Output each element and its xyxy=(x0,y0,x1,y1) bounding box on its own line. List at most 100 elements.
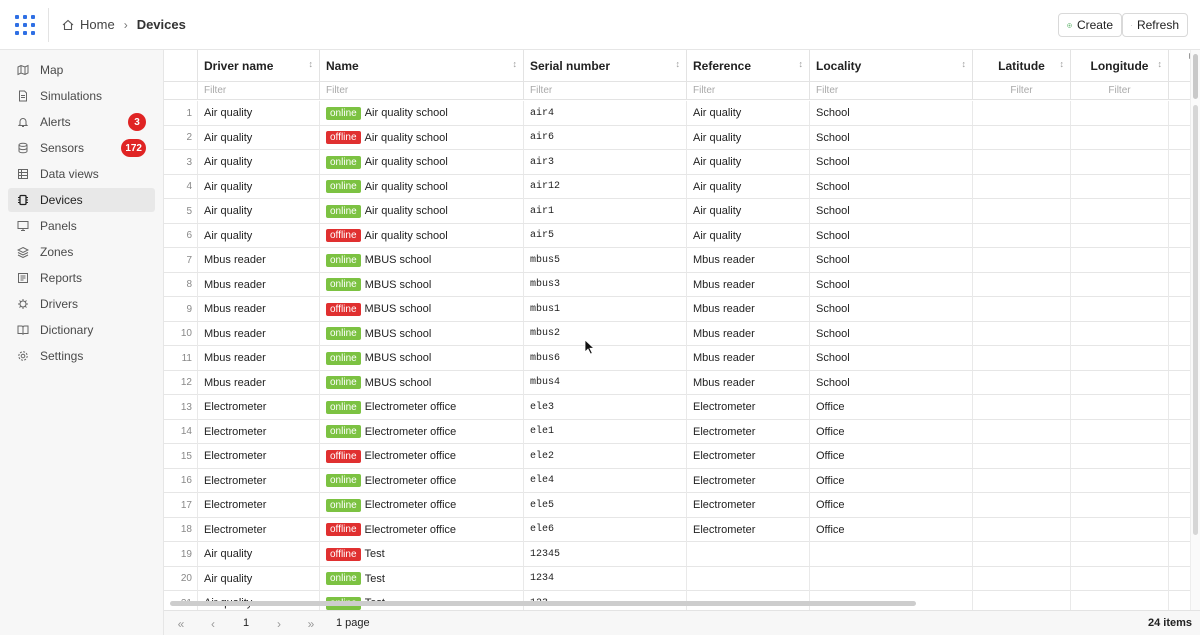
table-row[interactable]: 3 Air quality online Air quality school air3… xyxy=(164,150,1200,175)
serial-number-cell: 12345 xyxy=(524,542,687,566)
longitude-cell xyxy=(1071,223,1169,248)
device-name-text: Electrometer office xyxy=(364,523,457,536)
filter-driver-name-input[interactable] xyxy=(198,82,319,99)
sidebar-item-dictionary[interactable]: Dictionary xyxy=(8,318,155,342)
header-locality[interactable]: Locality ↕ xyxy=(810,50,973,82)
apps-grid-icon[interactable] xyxy=(14,14,36,36)
sidebar-item-sensors[interactable]: Sensors 172 xyxy=(8,136,155,160)
prev-page-icon[interactable]: ‹ xyxy=(204,615,222,632)
driver-name-cell: Air quality xyxy=(198,101,320,125)
refresh-button[interactable]: Refresh xyxy=(1122,13,1188,37)
status-badge: online xyxy=(326,106,361,120)
locality-cell: School xyxy=(810,101,973,125)
header-latitude[interactable]: Latitude ↕ xyxy=(973,50,1071,82)
table-row[interactable]: 5 Air quality online Air quality school air1… xyxy=(164,199,1200,224)
serial-number-cell: air12 xyxy=(524,174,687,199)
sidebar-item-alerts[interactable]: Alerts 3 xyxy=(8,110,155,134)
sort-icon[interactable]: ↕ xyxy=(1158,60,1163,69)
create-button[interactable]: Create xyxy=(1058,13,1122,37)
last-page-icon[interactable]: » xyxy=(302,615,320,632)
header-reference[interactable]: Reference ↕ xyxy=(687,50,810,82)
reference-cell: Mbus reader xyxy=(687,346,810,370)
sidebar-item-settings[interactable]: Settings xyxy=(8,344,155,368)
row-index-cell: 14 xyxy=(164,419,198,444)
sidebar-item-map[interactable]: Map xyxy=(8,58,155,82)
table-row[interactable]: 1 Air quality online Air quality school air4… xyxy=(164,101,1200,126)
filter-reference-input[interactable] xyxy=(687,82,809,99)
device-name-text: Electrometer office xyxy=(364,474,457,487)
table-row[interactable]: 19 Air quality offline Test 12345 xyxy=(164,542,1200,567)
breadcrumb-home[interactable]: Home xyxy=(62,17,115,32)
table-row[interactable]: 12 Mbus reader online MBUS school mbus4 Mbus … xyxy=(164,370,1200,395)
table-row[interactable]: 16 Electrometer online Electrometer office e… xyxy=(164,468,1200,493)
sidebar-item-simulations[interactable]: Simulations xyxy=(8,84,155,108)
items-count-text: 24 items xyxy=(1147,617,1192,629)
row-index-cell: 16 xyxy=(164,468,198,493)
status-badge: online xyxy=(326,253,361,267)
table-row[interactable]: 13 Electrometer online Electrometer office e… xyxy=(164,395,1200,420)
status-badge: online xyxy=(326,180,361,193)
table-row[interactable]: 18 Electrometer offline Electrometer office… xyxy=(164,517,1200,542)
sidebar-item-zones[interactable]: Zones xyxy=(8,240,155,264)
table-row[interactable]: 6 Air quality offline Air quality school air… xyxy=(164,223,1200,248)
breadcrumb-home-label: Home xyxy=(80,17,115,32)
device-name-text: Electrometer office xyxy=(364,450,457,462)
table-row[interactable]: 10 Mbus reader online MBUS school mbus2 Mbus … xyxy=(164,321,1200,346)
table-row[interactable]: 14 Electrometer online Electrometer office e… xyxy=(164,419,1200,444)
table-row[interactable]: 8 Mbus reader online MBUS school mbus3 Mbus r… xyxy=(164,272,1200,297)
reference-cell: Mbus reader xyxy=(687,272,810,297)
first-page-icon[interactable]: « xyxy=(172,615,190,632)
header-serial-number[interactable]: Serial number ↕ xyxy=(524,50,687,82)
table-row[interactable]: 9 Mbus reader offline MBUS school mbus1 Mbus … xyxy=(164,297,1200,322)
sort-icon[interactable]: ↕ xyxy=(513,60,518,69)
filter-locality-input[interactable] xyxy=(810,82,972,99)
page-number-input[interactable] xyxy=(235,614,257,632)
table-row[interactable]: 4 Air quality online Air quality school air1… xyxy=(164,174,1200,199)
scrollbar-thumb[interactable] xyxy=(1193,54,1198,99)
sort-icon[interactable]: ↕ xyxy=(676,60,681,69)
sidebar-item-panels[interactable]: Panels xyxy=(8,214,155,238)
sidebar-item-data-views[interactable]: Data views xyxy=(8,162,155,186)
reference-cell: Mbus reader xyxy=(687,297,810,321)
sensors-count-badge: 172 xyxy=(121,139,146,157)
table-row[interactable]: 15 Electrometer offline Electrometer office… xyxy=(164,444,1200,469)
table-row[interactable]: 2 Air quality offline Air quality school air… xyxy=(164,125,1200,150)
table-row[interactable]: 11 Mbus reader online MBUS school mbus6 Mbus … xyxy=(164,346,1200,371)
filter-latitude-input[interactable] xyxy=(973,82,1070,99)
sort-icon[interactable]: ↕ xyxy=(962,60,967,69)
reference-cell: Electrometer xyxy=(687,419,810,444)
reference-cell: Air quality xyxy=(687,174,810,199)
table-row[interactable]: 17 Electrometer online Electrometer office e… xyxy=(164,493,1200,518)
filter-serial-number-input[interactable] xyxy=(524,82,686,99)
device-name-text: Air quality school xyxy=(364,131,448,144)
longitude-cell xyxy=(1071,517,1169,542)
driver-name-cell: Air quality xyxy=(198,199,320,223)
filter-longitude-input[interactable] xyxy=(1071,82,1168,99)
sidebar-item-devices[interactable]: Devices xyxy=(8,188,155,212)
driver-name-cell: Mbus reader xyxy=(198,321,320,346)
table-row[interactable]: 7 Mbus reader online MBUS school mbus5 Mbus r… xyxy=(164,248,1200,273)
sidebar-item-reports[interactable]: Reports xyxy=(8,266,155,290)
sidebar-item-drivers[interactable]: Drivers xyxy=(8,292,155,316)
chip-icon xyxy=(17,194,29,206)
filter-name-input[interactable] xyxy=(320,82,523,99)
next-page-icon[interactable]: › xyxy=(270,615,288,632)
locality-cell: Office xyxy=(810,419,973,444)
driver-name-cell: Air quality xyxy=(198,174,320,199)
header-longitude[interactable]: Longitude ↕ xyxy=(1071,50,1169,82)
sort-icon[interactable]: ↕ xyxy=(309,60,314,69)
sort-icon[interactable]: ↕ xyxy=(799,60,804,69)
header-name[interactable]: Name ↕ xyxy=(320,50,524,82)
longitude-cell xyxy=(1071,444,1169,468)
table-row[interactable]: 20 Air quality online Test 1234 xyxy=(164,566,1200,591)
serial-number-cell: mbus3 xyxy=(524,272,687,297)
filter-cell xyxy=(198,82,320,100)
locality-cell: School xyxy=(810,272,973,297)
refresh-icon xyxy=(1131,24,1132,26)
horizontal-scrollbar-thumb[interactable] xyxy=(170,601,916,606)
column-label: Serial number xyxy=(530,59,611,73)
header-driver-name[interactable]: Driver name ↕ xyxy=(198,50,320,82)
scrollbar-thumb[interactable] xyxy=(1193,105,1198,535)
sort-icon[interactable]: ↕ xyxy=(1060,60,1065,69)
vertical-scrollbar[interactable] xyxy=(1190,50,1200,610)
